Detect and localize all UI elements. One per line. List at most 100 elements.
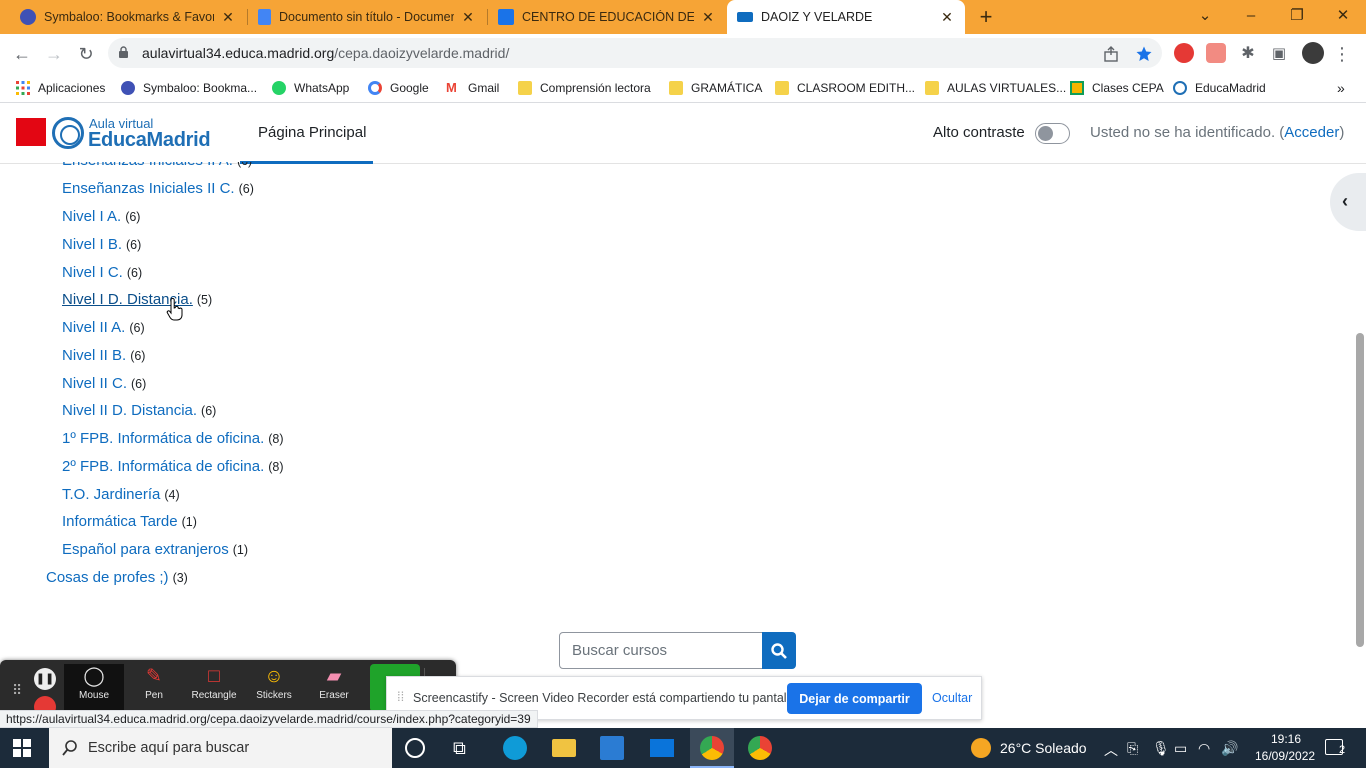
bookmark-star-icon[interactable] <box>1135 45 1153 63</box>
tab-cepa[interactable]: CENTRO DE EDUCACIÓN DE PERSONAS ADULTAS … <box>488 0 726 34</box>
close-icon[interactable]: ✕ <box>220 9 236 26</box>
bookmark-folder-classroom[interactable]: CLASROOM EDITH... <box>775 77 915 99</box>
nav-home[interactable]: Página Principal <box>240 103 373 164</box>
category-item[interactable]: Nivel II C. (6) <box>62 375 146 392</box>
taskbar-search-placeholder: Escribe aquí para buscar <box>88 740 250 756</box>
tool-rectangle[interactable]: □ Rectangle <box>184 664 244 712</box>
forward-arrow-icon[interactable]: → <box>40 40 68 68</box>
clock-time[interactable]: 19:16 <box>1264 732 1308 746</box>
volume-icon[interactable]: 🔊 <box>1221 740 1238 757</box>
drag-handle-icon[interactable]: ⁞⁞ <box>397 689 404 704</box>
bookmark-label: Symbaloo: Bookma... <box>143 81 258 95</box>
chrome-icon[interactable] <box>748 736 772 760</box>
bookmark-folder-comprension[interactable]: Comprensión lectora <box>518 77 651 99</box>
screencastify-extension-icon[interactable] <box>1206 43 1226 63</box>
page-scrollbar-thumb[interactable] <box>1356 333 1364 647</box>
bookmark-symbaloo[interactable]: Symbaloo: Bookma... <box>121 77 257 99</box>
category-item[interactable]: Nivel I C. (6) <box>62 264 142 281</box>
reload-icon[interactable]: ↻ <box>72 40 100 68</box>
weather-text[interactable]: 26°C Soleado <box>1000 740 1087 756</box>
close-icon[interactable]: ✕ <box>700 9 716 26</box>
sticker-smiley-icon: ☺ <box>264 666 284 687</box>
bookmark-label: GRAMÁTICA <box>691 81 763 95</box>
task-view-icon[interactable]: ⧉ <box>453 736 477 760</box>
category-item[interactable]: Nivel II A. (6) <box>62 319 145 336</box>
folder-icon <box>669 81 683 95</box>
search-button[interactable] <box>762 632 796 669</box>
hide-button[interactable]: Ocultar <box>932 691 972 705</box>
bookmark-google[interactable]: Google <box>368 77 429 99</box>
share-icon[interactable] <box>1102 45 1120 63</box>
clock-date[interactable]: 16/09/2022 <box>1255 749 1315 763</box>
bookmark-whatsapp[interactable]: WhatsApp <box>272 77 349 99</box>
wifi-icon[interactable]: ◠ <box>1198 740 1210 757</box>
tab-google-docs[interactable]: Documento sin título - Documentos de Goo… <box>248 0 486 34</box>
restore-icon[interactable]: ❐ <box>1274 0 1320 34</box>
category-item[interactable]: 2º FPB. Informática de oficina. (8) <box>62 458 284 475</box>
drag-handle-icon[interactable]: ⠿ <box>12 682 22 699</box>
category-item[interactable]: Español para extranjeros (1) <box>62 541 248 558</box>
course-search-input[interactable]: Buscar cursos <box>559 632 763 669</box>
taskbar-search-box[interactable]: Escribe aquí para buscar <box>49 728 392 768</box>
meet-now-icon[interactable]: ⎘ <box>1127 740 1138 757</box>
category-item[interactable]: Nivel I B. (6) <box>62 236 141 253</box>
address-bar[interactable]: aulavirtual34.educa.madrid.org/cepa.daoi… <box>108 38 1162 68</box>
category-item-hovered[interactable]: Nivel I D. Distancia. (5) <box>62 291 212 308</box>
close-icon[interactable]: ✕ <box>460 9 476 26</box>
pause-icon[interactable]: ❚❚ <box>34 668 56 690</box>
category-item[interactable]: Nivel II B. (6) <box>62 347 145 364</box>
windows-start-icon[interactable] <box>13 739 31 757</box>
tool-stickers[interactable]: ☺ Stickers <box>244 664 304 712</box>
bookmark-apps[interactable]: Aplicaciones <box>16 77 105 99</box>
profile-avatar[interactable] <box>1302 42 1324 64</box>
site-logo[interactable]: Aula virtual EducaMadrid <box>16 116 226 153</box>
bookmark-label: Google <box>390 81 429 95</box>
tool-pen[interactable]: ✎ Pen <box>124 664 184 712</box>
category-item-top[interactable]: Cosas de profes ;) (3) <box>46 569 188 586</box>
edge-icon[interactable] <box>503 736 527 760</box>
mouse-highlight-icon: ◯ <box>83 666 105 687</box>
close-icon[interactable]: ✕ <box>939 9 955 26</box>
login-link[interactable]: Acceder <box>1284 124 1339 141</box>
bookmark-folder-aulas[interactable]: AULAS VIRTUALES... <box>925 77 1066 99</box>
tab-search-chevron-icon[interactable]: ⌄ <box>1182 0 1228 34</box>
new-tab-plus-icon[interactable]: + <box>972 3 1000 31</box>
bookmark-folder-gramatica[interactable]: GRAMÁTICA <box>669 77 762 99</box>
store-icon[interactable] <box>600 736 624 760</box>
tool-eraser[interactable]: ▰ Eraser <box>304 664 364 712</box>
file-explorer-icon[interactable] <box>552 739 576 757</box>
tab-daoiz-velarde[interactable]: DAOIZ Y VELARDE ✕ <box>727 0 965 34</box>
mail-icon[interactable] <box>650 739 674 757</box>
tray-chevron-up-icon[interactable]: ︿ <box>1104 740 1118 760</box>
extensions-puzzle-icon[interactable]: ✱ <box>1234 40 1262 68</box>
block-drawer-toggle[interactable]: ‹ <box>1330 173 1366 231</box>
back-arrow-icon[interactable]: ← <box>8 40 36 68</box>
cortana-icon[interactable] <box>405 738 425 758</box>
bookmark-educamadrid[interactable]: EducaMadrid <box>1173 77 1266 99</box>
tool-mouse[interactable]: ◯ Mouse <box>64 664 124 712</box>
microphone-icon[interactable]: 🎙 <box>1152 740 1170 757</box>
side-panel-icon[interactable]: ▣ <box>1265 40 1293 68</box>
window-close-icon[interactable]: ✕ <box>1320 0 1366 34</box>
bookmark-gmail[interactable]: M Gmail <box>446 77 499 99</box>
tab-symbaloo[interactable]: Symbaloo: Bookmarks & Favorites ✕ <box>10 0 246 34</box>
category-item[interactable]: 1º FPB. Informática de oficina. (8) <box>62 430 284 447</box>
category-item[interactable]: T.O. Jardinería (4) <box>62 486 180 503</box>
contrast-toggle[interactable] <box>1035 123 1070 144</box>
category-item[interactable]: Enseñanzas Iniciales II C. (6) <box>62 180 254 197</box>
search-icon <box>771 643 787 659</box>
sun-weather-icon[interactable] <box>971 738 991 758</box>
adblock-extension-icon[interactable] <box>1174 43 1194 63</box>
taskbar-active-app[interactable] <box>690 728 734 768</box>
stop-sharing-button[interactable]: Dejar de compartir <box>787 683 922 714</box>
category-item[interactable]: Nivel II D. Distancia. (6) <box>62 402 216 419</box>
battery-icon[interactable]: ▭ <box>1174 740 1187 757</box>
bookmark-clases-cepa[interactable]: Clases CEPA <box>1070 77 1164 99</box>
menu-kebab-icon[interactable]: ⋮ <box>1328 40 1356 68</box>
category-item[interactable]: Nivel I A. (6) <box>62 208 140 225</box>
lock-icon[interactable] <box>118 46 129 58</box>
more-bookmarks-chevron-icon[interactable]: » <box>1337 77 1345 99</box>
minimize-icon[interactable]: – <box>1228 0 1274 34</box>
gmail-icon: M <box>446 80 457 95</box>
category-item[interactable]: Informática Tarde (1) <box>62 513 197 530</box>
